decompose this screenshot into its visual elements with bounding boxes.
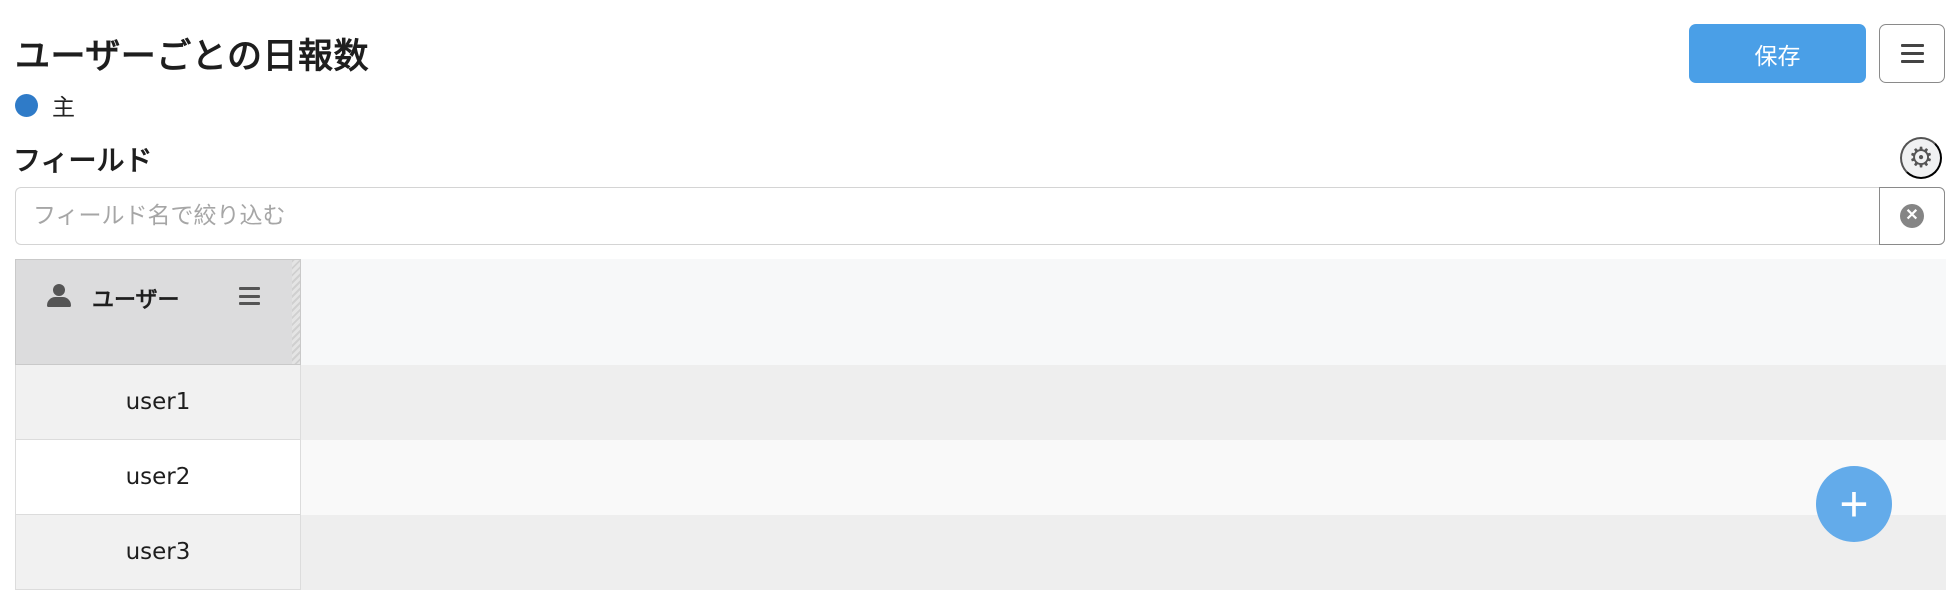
menu-button[interactable] — [1879, 24, 1945, 83]
legend-label: 主 — [52, 95, 75, 121]
field-filter: ✕ — [15, 187, 1946, 245]
legend-dot-icon — [15, 93, 38, 117]
row-data-area — [301, 440, 1946, 515]
grid-header-row: ユーザー — [15, 259, 1946, 365]
row-data-area — [301, 515, 1946, 590]
column-header-user[interactable]: ユーザー — [15, 259, 301, 365]
table-row[interactable]: user2 — [15, 440, 1946, 515]
data-grid: ユーザー user1 user2 user3 — [15, 259, 1946, 591]
gear-icon: ⚙ — [1908, 142, 1934, 173]
column-resize-handle[interactable] — [292, 260, 300, 364]
row-header-cell: user1 — [15, 365, 301, 440]
column-menu-icon[interactable] — [239, 287, 260, 305]
clear-filter-button[interactable]: ✕ — [1879, 187, 1945, 245]
row-data-area — [301, 365, 1946, 440]
plus-icon: + — [1839, 476, 1869, 532]
fields-section-title: フィールド — [13, 144, 153, 177]
column-header-label: ユーザー — [92, 288, 180, 313]
clear-icon: ✕ — [1900, 204, 1924, 228]
field-filter-input[interactable] — [15, 187, 1880, 245]
table-row[interactable]: user3 — [15, 515, 1946, 590]
table-row[interactable]: user1 — [15, 365, 1946, 440]
user-icon — [46, 284, 72, 308]
field-settings-button[interactable]: ⚙ — [1900, 137, 1942, 179]
series-legend: 主 — [15, 88, 75, 122]
add-button[interactable]: + — [1816, 466, 1892, 542]
page-title: ユーザーごとの日報数 — [15, 37, 369, 77]
save-button[interactable]: 保存 — [1689, 24, 1866, 83]
row-header-cell: user2 — [15, 440, 301, 515]
row-header-cell: user3 — [15, 515, 301, 590]
hamburger-icon — [1900, 44, 1924, 63]
